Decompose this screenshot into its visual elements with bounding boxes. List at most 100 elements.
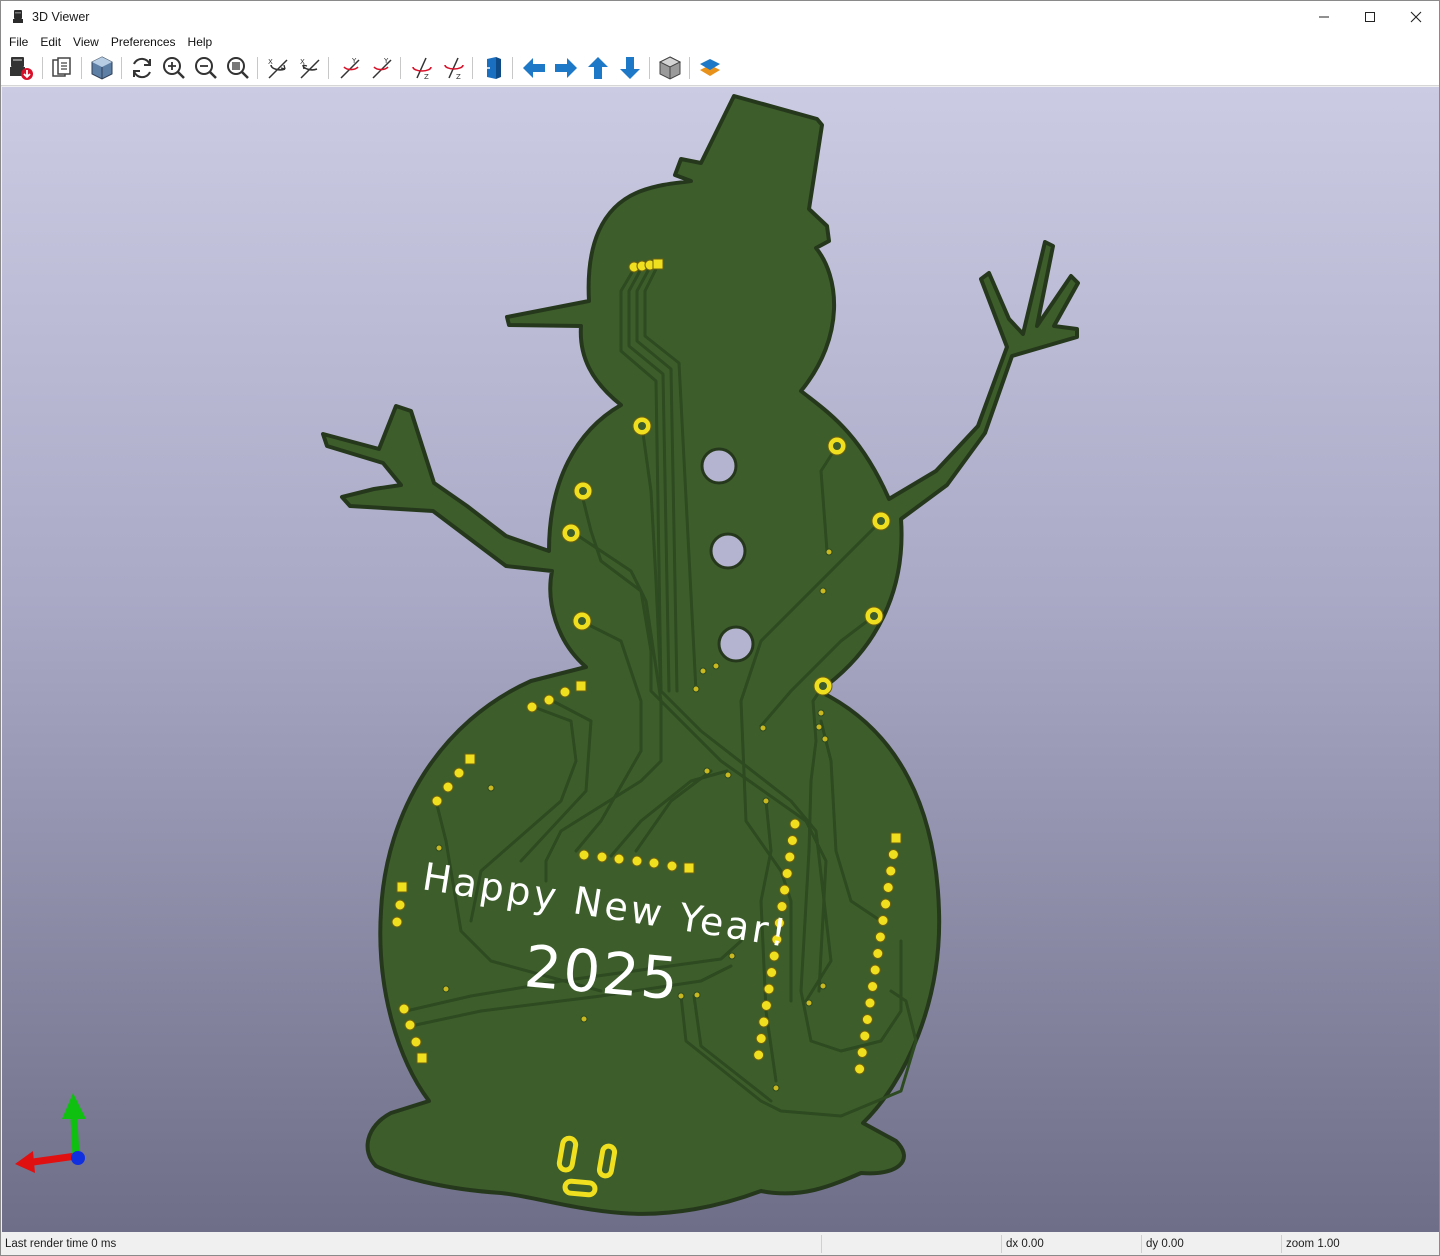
component-pad xyxy=(578,849,590,861)
toolbar-separator xyxy=(81,57,82,79)
component-pad xyxy=(404,1019,416,1031)
component-pad xyxy=(442,781,454,793)
raytrace-cube-icon xyxy=(91,56,113,80)
component-pad xyxy=(874,931,886,943)
component-pad xyxy=(396,881,408,893)
axes-gizmo xyxy=(15,1093,86,1173)
copy-to-clipboard-button[interactable] xyxy=(48,54,76,82)
svg-text:Z: Z xyxy=(456,73,461,81)
ortho-cube-icon xyxy=(658,56,682,80)
via xyxy=(699,667,707,675)
toolbar: X X Y Y Z Z xyxy=(1,51,1439,86)
toolbar-separator xyxy=(328,57,329,79)
component-pad xyxy=(880,898,892,910)
pcb-render: Happy New Year! 2025 xyxy=(15,94,1080,1216)
zoom-in-button[interactable] xyxy=(160,54,188,82)
move-right-button[interactable] xyxy=(552,54,580,82)
zoom-fit-icon xyxy=(227,57,249,79)
via xyxy=(692,685,700,693)
status-bar: Last render time 0 ms dx 0.00 dy 0.00 zo… xyxy=(1,1233,1439,1255)
toolbar-separator xyxy=(121,57,122,79)
via xyxy=(805,999,813,1007)
mounting-hole xyxy=(717,625,755,663)
component-pad xyxy=(559,686,571,698)
rotate-y-ccw-button[interactable]: Y xyxy=(368,54,396,82)
mounting-hole xyxy=(700,447,738,485)
render-time-label: Last render time 0 ms xyxy=(5,1238,117,1250)
layers-manager-button[interactable] xyxy=(696,54,724,82)
via xyxy=(772,1084,780,1092)
zoom-out-button[interactable] xyxy=(192,54,220,82)
render-mode-button[interactable] xyxy=(88,54,116,82)
component-pad xyxy=(394,899,406,911)
component-pad xyxy=(859,1030,871,1042)
menu-preferences[interactable]: Preferences xyxy=(106,35,181,49)
component-pad xyxy=(766,967,778,978)
window-title: 3D Viewer xyxy=(32,9,90,24)
component-pad xyxy=(648,857,660,869)
close-icon xyxy=(1410,11,1422,22)
rotate-x-ccw-button[interactable]: X xyxy=(296,54,324,82)
svg-text:Y: Y xyxy=(351,57,357,65)
rotate-y-cw-button[interactable]: Y xyxy=(336,54,364,82)
zoom-in-icon xyxy=(163,57,185,79)
reload-board-button[interactable] xyxy=(128,54,156,82)
rotate-x-ccw-icon: X xyxy=(300,58,320,79)
svg-text:X: X xyxy=(268,58,273,66)
orthographic-button[interactable] xyxy=(656,54,684,82)
component-pad xyxy=(453,767,465,779)
via xyxy=(712,662,720,670)
layers-icon xyxy=(700,59,720,76)
export-image-button[interactable] xyxy=(7,54,35,82)
minimize-button[interactable] xyxy=(1301,1,1347,32)
status-divider xyxy=(1281,1235,1282,1253)
via xyxy=(815,723,823,731)
status-divider xyxy=(1141,1235,1142,1253)
menu-file[interactable]: File xyxy=(4,35,33,49)
component-pad xyxy=(786,835,798,846)
arrow-up-icon xyxy=(588,57,608,79)
component-pad xyxy=(887,849,899,860)
maximize-icon xyxy=(1365,11,1375,22)
3d-viewport[interactable]: Happy New Year! 2025 xyxy=(2,87,1439,1232)
menu-bar: File Edit View Preferences Help xyxy=(1,32,1439,51)
component-pad xyxy=(890,832,902,844)
via xyxy=(724,771,732,779)
close-button[interactable] xyxy=(1393,1,1439,32)
flip-board-button[interactable] xyxy=(480,54,508,82)
via xyxy=(821,735,829,743)
component-pad xyxy=(781,868,793,879)
via xyxy=(693,991,701,999)
component-pad xyxy=(877,915,889,926)
via xyxy=(728,952,736,960)
move-down-button[interactable] xyxy=(616,54,644,82)
component-pad xyxy=(763,983,775,995)
component-pad xyxy=(882,882,894,893)
menu-help[interactable]: Help xyxy=(183,35,218,49)
component-pad xyxy=(869,964,881,976)
svg-text:Y: Y xyxy=(383,57,389,65)
arrow-left-icon xyxy=(523,58,545,78)
maximize-button[interactable] xyxy=(1347,1,1393,32)
dy-label: dy 0.00 xyxy=(1146,1238,1184,1250)
rotate-x-cw-button[interactable]: X xyxy=(264,54,292,82)
menu-edit[interactable]: Edit xyxy=(35,35,66,49)
export-image-icon xyxy=(10,57,33,80)
rotate-z-cw-button[interactable]: Z xyxy=(408,54,436,82)
component-pad xyxy=(864,997,876,1009)
via xyxy=(442,985,450,993)
component-pad xyxy=(885,865,897,877)
clipboard-icon xyxy=(52,57,71,77)
component-pad xyxy=(760,1000,772,1011)
rotate-z-ccw-button[interactable]: Z xyxy=(440,54,468,82)
component-pad xyxy=(613,853,625,865)
component-pad xyxy=(464,753,476,765)
zoom-label: zoom 1.00 xyxy=(1286,1238,1340,1250)
menu-view[interactable]: View xyxy=(68,35,104,49)
move-left-button[interactable] xyxy=(520,54,548,82)
zoom-fit-button[interactable] xyxy=(224,54,252,82)
component-pad xyxy=(872,948,884,959)
move-up-button[interactable] xyxy=(584,54,612,82)
dx-label: dx 0.00 xyxy=(1006,1238,1044,1250)
component-pad xyxy=(596,851,608,863)
